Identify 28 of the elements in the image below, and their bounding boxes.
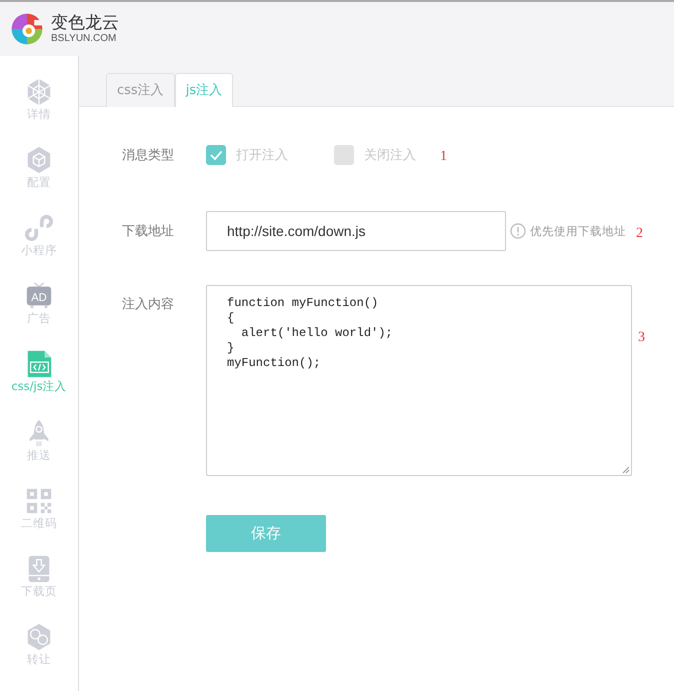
code-text-area[interactable]: function myFunction() { alert('hello world'); } myFunction();: [206, 285, 632, 476]
option-label: 打开注入: [236, 147, 288, 164]
cube-icon: [25, 146, 53, 174]
qr-code-icon: [25, 486, 53, 515]
link-loop-icon: [25, 214, 53, 242]
save-button[interactable]: 保存: [206, 515, 326, 552]
annotation-number: 1: [440, 149, 447, 165]
hexagon-web-icon: [25, 78, 53, 106]
info-icon: [510, 223, 526, 239]
annotation-number: 3: [638, 330, 645, 346]
checkbox[interactable]: [334, 145, 354, 165]
resize-handle-icon[interactable]: [622, 466, 630, 474]
url-input-field[interactable]: http://site.com/down.js: [206, 211, 506, 251]
hexagon-circles-icon: [25, 622, 53, 651]
brand-name: 变色龙云: [51, 13, 119, 33]
field-label: 下载地址: [122, 223, 175, 240]
option-label: 关闭注入: [364, 147, 416, 164]
field-label: 消息类型: [122, 147, 175, 164]
sidebar-item[interactable]: css/js注入: [11, 350, 67, 419]
chameleon-logo-icon: [9, 11, 45, 47]
code-file-icon: [25, 350, 53, 378]
tab[interactable]: js注入: [174, 73, 234, 107]
field-label: 注入内容: [122, 296, 175, 313]
tab[interactable]: css注入: [106, 73, 175, 107]
brand-domain: BSLYUN.COM: [51, 33, 118, 45]
checkbox[interactable]: [206, 145, 226, 165]
hint-text: 优先使用下载地址: [530, 224, 626, 238]
annotation-number: 2: [636, 226, 643, 242]
